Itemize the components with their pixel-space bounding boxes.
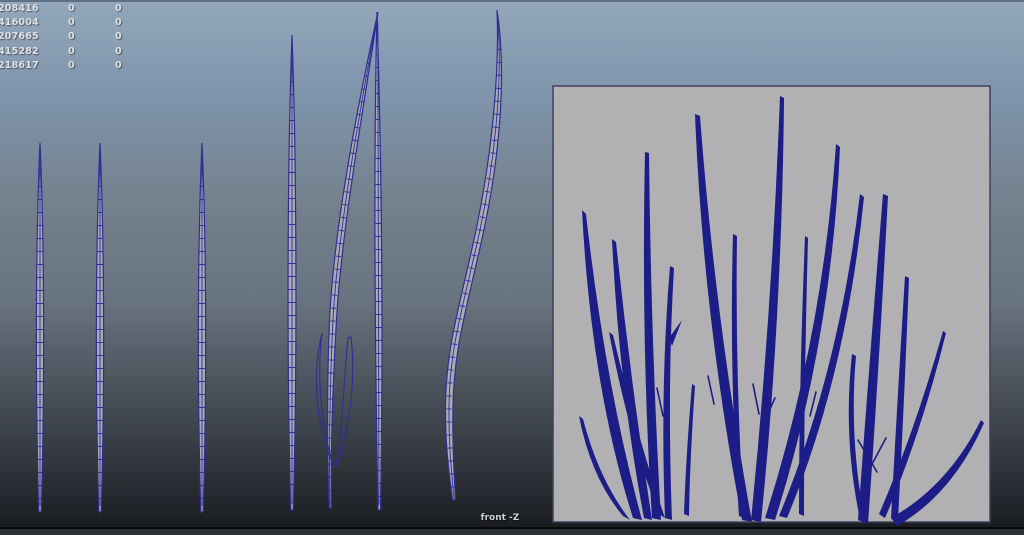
hud-value: 0	[115, 45, 122, 57]
wireframe-grass-blade-7-scurve[interactable]	[444, 9, 503, 501]
hud-value: 415282	[0, 45, 39, 57]
scene-canvas	[0, 9, 991, 526]
wireframe-grass-blade-2[interactable]	[96, 143, 103, 512]
hud-row: 208416 0 0	[0, 2, 162, 16]
wireframe-grass-blade-5[interactable]	[374, 11, 383, 511]
hud-poly-count: 208416 0 0 416004 0 0 207665 0 0 415282 …	[0, 2, 162, 73]
hud-value: 0	[68, 17, 75, 29]
wireframe-grass-blade-4[interactable]	[287, 34, 297, 511]
camera-label: front -Z	[480, 513, 520, 523]
hud-row: 415282 0 0	[0, 45, 162, 59]
hud-row: 218617 0 0	[0, 59, 162, 73]
hud-value: 0	[115, 17, 122, 29]
hud-value: 0	[115, 3, 122, 14]
hud-value: 0	[115, 59, 122, 71]
hud-value: 416004	[0, 17, 39, 29]
hud-value: 0	[115, 31, 122, 43]
hud-value: 218617	[0, 59, 39, 71]
image-plane[interactable]	[552, 85, 991, 526]
viewport-bottom-bar	[0, 529, 1024, 535]
maya-viewport[interactable]: 208416 0 0 416004 0 0 207665 0 0 415282 …	[0, 0, 1024, 535]
hud-value: 207665	[0, 31, 39, 43]
hud-row: 207665 0 0	[0, 30, 162, 44]
hud-value: 0	[68, 45, 75, 57]
wireframe-grass-blade-6-curved[interactable]	[326, 11, 379, 509]
hud-value: 0	[68, 59, 75, 71]
hud-value: 0	[68, 31, 75, 43]
wireframe-grass-blade-3[interactable]	[198, 143, 205, 512]
hud-row: 416004 0 0	[0, 16, 162, 30]
hud-value: 208416	[0, 3, 39, 14]
hud-value: 0	[68, 3, 75, 14]
wireframe-grass-blade-1[interactable]	[36, 143, 43, 512]
